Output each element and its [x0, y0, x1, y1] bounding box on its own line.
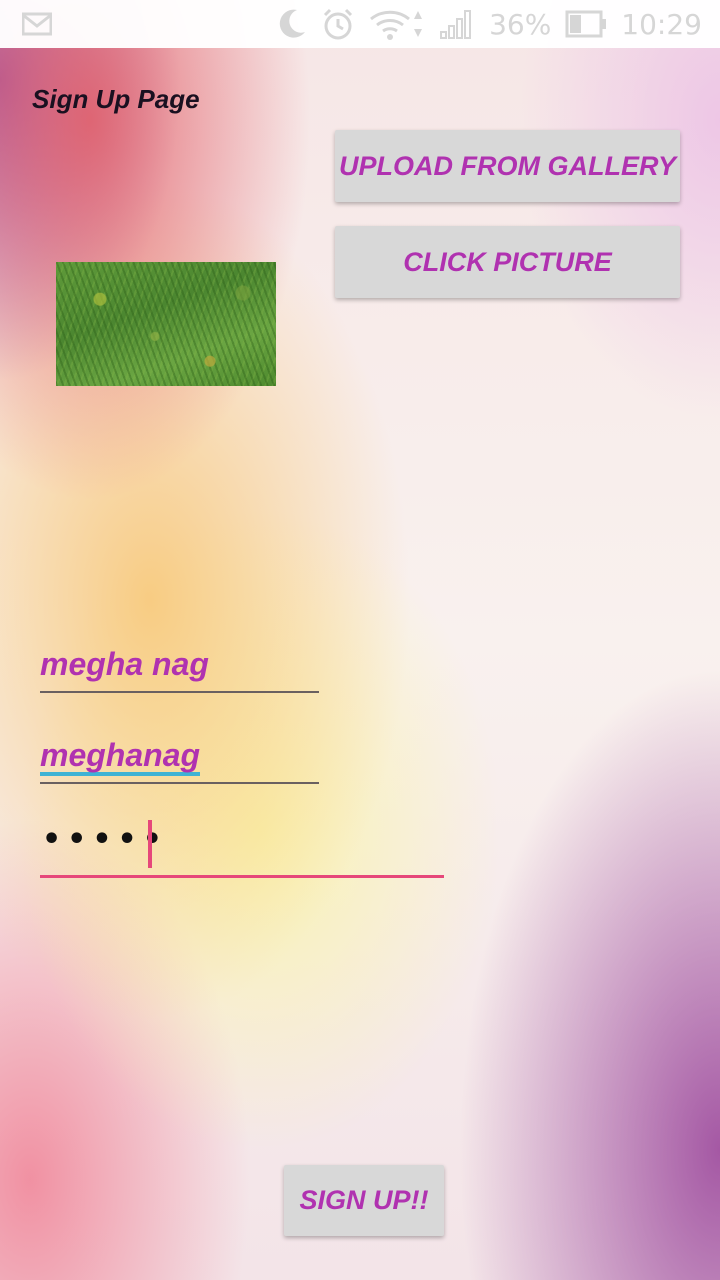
- battery-percent: 36%: [489, 7, 552, 41]
- gmail-icon: [22, 12, 52, 36]
- alarm-icon: [321, 7, 355, 41]
- username-field[interactable]: meghanag: [40, 732, 319, 784]
- name-field[interactable]: megha nag: [40, 640, 319, 693]
- click-picture-button[interactable]: CLICK PICTURE: [335, 226, 680, 298]
- status-bar: 36% 10:29: [0, 0, 720, 48]
- page-title: Sign Up Page: [32, 84, 200, 114]
- status-left: [22, 12, 52, 36]
- sign-up-button[interactable]: SIGN UP!!: [284, 1165, 444, 1236]
- wifi-icon: [369, 7, 425, 41]
- username-value: meghanag: [40, 738, 201, 776]
- moon-icon: [277, 8, 307, 40]
- signal-icon: [439, 8, 475, 40]
- status-right: 36% 10:29: [277, 7, 702, 41]
- profile-photo-preview: [56, 262, 276, 386]
- text-cursor: [148, 820, 152, 868]
- battery-icon: [565, 10, 607, 38]
- password-field[interactable]: •••••: [40, 816, 444, 878]
- upload-from-gallery-button[interactable]: UPLOAD FROM GALLERY: [335, 130, 680, 202]
- name-value: megha nag: [40, 646, 209, 682]
- clock: 10:29: [621, 7, 702, 41]
